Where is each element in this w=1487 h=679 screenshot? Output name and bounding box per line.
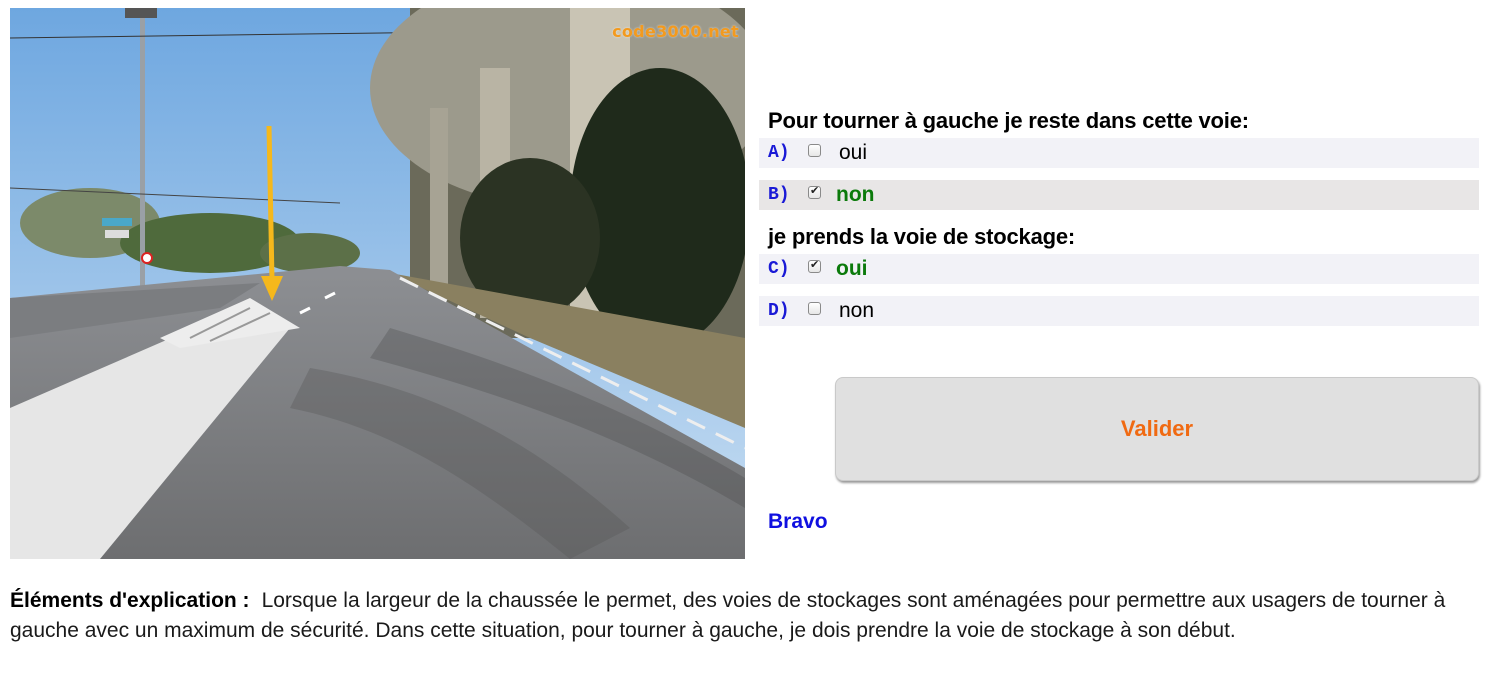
explanation-paragraph: Éléments d'explication : Lorsque la large… (10, 586, 1470, 646)
answer-letter: C) (768, 259, 790, 279)
validate-button[interactable]: Valider (835, 377, 1479, 481)
answer-text: oui (839, 141, 868, 164)
quiz-panel: Pour tourner à gauche je reste dans cett… (759, 108, 1479, 533)
road-scene-image: code3000.net (10, 8, 745, 559)
answer-text: non (836, 183, 875, 206)
answer-d-checkbox[interactable] (808, 301, 821, 315)
watermark-logo: code3000.net (612, 22, 739, 41)
answer-letter: D) (768, 301, 790, 321)
explanation-lead: Éléments d'explication : (10, 589, 250, 612)
answer-b-checkbox[interactable] (808, 184, 821, 199)
feedback-message: Bravo (768, 510, 828, 533)
answer-c-checkbox[interactable] (808, 258, 821, 273)
answer-letter: B) (768, 185, 790, 205)
answer-letter: A) (768, 143, 790, 163)
answer-row-c[interactable]: C) oui (759, 254, 1479, 284)
answer-text: non (839, 299, 875, 322)
answer-row-b[interactable]: B) non (759, 180, 1479, 210)
answer-text: oui (836, 257, 868, 280)
answer-row-d[interactable]: D) non (759, 296, 1479, 326)
answer-a-checkbox[interactable] (808, 143, 821, 157)
question-1: Pour tourner à gauche je reste dans cett… (768, 108, 1249, 133)
answer-row-a[interactable]: A) oui (759, 138, 1479, 168)
road-scene-illustration (10, 8, 745, 559)
question-2: je prends la voie de stockage: (768, 224, 1076, 249)
